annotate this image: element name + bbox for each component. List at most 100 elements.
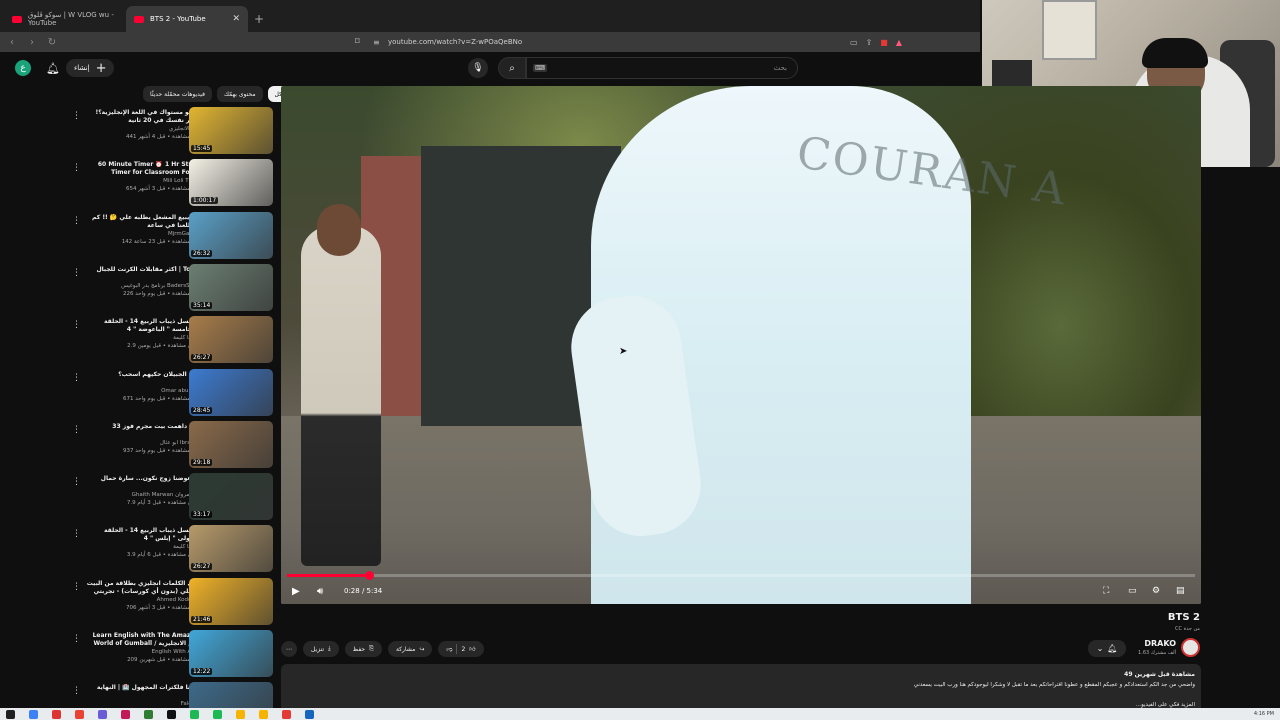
close-tab-icon[interactable]: ✕ <box>232 14 240 24</box>
keyboard-icon[interactable]: ⌨ <box>533 64 548 72</box>
item-menu-icon[interactable]: ⋮ <box>72 477 81 487</box>
item-thumbnail[interactable]: 26:27 <box>189 525 273 573</box>
video-player[interactable]: COURAN A ➤ <box>281 86 1201 604</box>
list-item[interactable]: ⋮ أكثر مقابلات الكرنت للجبال | Top 5 برنام… <box>68 263 274 312</box>
item-menu-icon[interactable]: ⋮ <box>72 320 81 330</box>
extension-icon[interactable]: ■ <box>880 38 888 47</box>
url-field[interactable]: youtube.com/watch?v=Z-wPOaQeBNo <box>388 38 522 46</box>
taskbar-app-icon[interactable] <box>6 709 15 719</box>
browser-tab-strip: سوكو ڤلوق | W VLOG wu - YouTube BTS 2 - … <box>0 0 980 32</box>
taskbar-app-icon[interactable] <box>259 709 268 719</box>
video-subtitle: CC من جدة <box>1175 626 1200 632</box>
progress-scrubber[interactable] <box>364 571 374 580</box>
item-menu-icon[interactable]: ⋮ <box>72 373 81 383</box>
subscribe-bell-button[interactable]: ⌄ 🔔︎ <box>1088 640 1126 657</box>
account-avatar[interactable]: ع <box>15 60 31 76</box>
taskbar-app-icon[interactable] <box>282 709 291 719</box>
item-menu-icon[interactable]: ⋮ <box>72 111 81 121</box>
fullscreen-icon[interactable]: ⛶ <box>1103 586 1109 596</box>
item-thumbnail[interactable]: 21:46 <box>189 577 273 625</box>
item-duration: 29:18 <box>191 458 213 466</box>
channel-name[interactable]: DRAKO <box>1140 639 1176 648</box>
item-menu-icon[interactable]: ⋮ <box>72 634 81 644</box>
taskbar-app-icon[interactable] <box>213 709 222 719</box>
taskbar-app-icon[interactable] <box>305 709 314 719</box>
item-menu-icon[interactable]: ⋮ <box>72 529 81 539</box>
taskbar-app-icon[interactable] <box>75 709 84 719</box>
youtube-icon <box>134 15 144 23</box>
channel-avatar[interactable] <box>1181 638 1200 657</box>
chip-recently-uploaded[interactable]: فيديوهات محمّلة حديثًا <box>143 86 212 102</box>
item-menu-icon[interactable]: ⋮ <box>72 163 81 173</box>
list-item[interactable]: ⋮ مسلسل ذيباب الربيع 14 - الحلقة الخامسة … <box>68 316 274 364</box>
notifications-bell-icon[interactable]: 🔔︎ <box>46 62 60 75</box>
item-thumbnail[interactable]: 15:45 <box>189 107 273 154</box>
list-item[interactable]: ⋮ عوضنا زوج نكون... سارة حمال ❤️ Ghaith Ma… <box>68 473 274 521</box>
share-icon[interactable]: ⇪ <box>866 38 873 47</box>
list-item[interactable]: ⋮ 60 Minute Timer ⏰ 1 Hr Study Timer for … <box>68 159 274 207</box>
search-button[interactable]: ⌕ <box>498 57 526 79</box>
item-menu-icon[interactable]: ⋮ <box>72 216 81 226</box>
taskbar-app-icon[interactable] <box>190 709 199 719</box>
list-item[interactable]: ⋮ هل يبيع المشغل يطلبه علي 🤔 !! كم طلعنا … <box>68 211 274 260</box>
download-button[interactable]: تنزيل ⤓ <box>303 641 339 657</box>
settings-gear-icon[interactable]: ⚙ <box>1152 586 1160 596</box>
item-duration: 21:46 <box>191 615 213 623</box>
list-item[interactable]: ⋮ مسلسل ذيباب الربيع 14 - الحلقة الأولى "… <box>68 525 274 573</box>
dislike-icon[interactable]: 👎︎ <box>446 645 452 653</box>
play-icon[interactable]: ▶ <box>292 586 300 597</box>
create-button[interactable]: إنشاء + <box>66 59 115 77</box>
taskbar-app-icon[interactable] <box>29 709 38 719</box>
item-thumbnail[interactable]: 33:17 <box>189 473 273 521</box>
list-item[interactable]: ⋮ ما هو مستواك في اللغة الإنجليزية؟! اختب… <box>68 107 274 155</box>
item-thumbnail[interactable]: 35:14 <box>189 263 273 311</box>
address-bar-icons: ▭ ⇪ ■ ▲ <box>850 38 902 47</box>
progress-bar[interactable] <box>287 571 1195 580</box>
volume-icon[interactable]: 🔊︎ <box>317 586 323 597</box>
new-tab-button[interactable]: + <box>254 6 264 32</box>
theater-mode-icon[interactable]: ▭ <box>1128 586 1137 596</box>
taskbar-app-icon[interactable] <box>98 709 107 719</box>
taskbar-app-icon[interactable] <box>121 709 130 719</box>
cast-icon[interactable]: ▭ <box>850 38 858 47</box>
item-menu-icon[interactable]: ⋮ <box>72 686 81 696</box>
item-duration: 15:45 <box>191 145 213 152</box>
item-duration: 12:22 <box>191 668 213 675</box>
list-item[interactable]: ⋮ لراي الكلمات انجليزي بطلاقة من البيت ال… <box>68 577 274 626</box>
browser-tab-active[interactable]: BTS 2 - YouTube ✕ <box>126 6 248 32</box>
item-thumbnail[interactable]: 1:00:17 <box>189 159 273 207</box>
item-menu-icon[interactable]: ⋮ <box>72 582 81 592</box>
taskbar-app-icon[interactable] <box>236 709 245 719</box>
item-menu-icon[interactable]: ⋮ <box>72 425 81 435</box>
extension-icon-2[interactable]: ▲ <box>896 38 902 47</box>
list-item[interactable]: ⋮ Learn English with The Amazing World of… <box>68 630 274 678</box>
item-thumbnail[interactable]: 26:32 <box>189 211 273 259</box>
item-thumbnail[interactable]: 12:22 <box>189 630 273 677</box>
browser-tab[interactable]: سوكو ڤلوق | W VLOG wu - YouTube <box>4 6 126 32</box>
taskbar-app-icon[interactable] <box>144 709 153 719</box>
item-meta: 226 ألف مشاهدة • قبل يوم واحد <box>122 290 201 297</box>
item-thumbnail[interactable]: 29:18 <box>189 420 273 468</box>
download-label: تنزيل <box>311 645 325 653</box>
back-icon[interactable]: ‹ <box>6 37 18 48</box>
chip-relevant[interactable]: محتوى بهمّك <box>216 86 263 102</box>
list-item[interactable]: ⋮ هل الجبيلان حكيهم اسحب؟! Omar aburobb671… <box>68 368 274 417</box>
forward-icon[interactable]: › <box>26 37 38 48</box>
like-icon[interactable]: 👍︎ <box>469 645 475 653</box>
item-menu-icon[interactable]: ⋮ <box>72 268 81 278</box>
voice-search-button[interactable]: 🎙︎ <box>468 58 488 78</box>
view-count: 49 مشاهدة قبل شهرين <box>1124 671 1195 678</box>
site-info-icon[interactable]: ≡ <box>373 38 380 47</box>
more-actions-button[interactable]: ⋯ <box>281 641 297 657</box>
item-thumbnail[interactable]: 26:27 <box>189 316 273 364</box>
share-button[interactable]: مشاركة ↪ <box>387 641 433 657</box>
search-input[interactable]: ⌨ بحث <box>526 57 798 79</box>
item-thumbnail[interactable]: 28:45 <box>189 368 273 416</box>
subtitles-icon[interactable]: ▤ <box>1176 586 1185 596</box>
list-item[interactable]: ⋮ داهمت بيت مجرم فوز 33 🔥 . ابو عثال Ibrah… <box>68 420 274 469</box>
save-button[interactable]: حفظ ⎘ <box>344 641 382 657</box>
taskbar-app-icon[interactable] <box>167 709 176 719</box>
reload-icon[interactable]: ↻ <box>46 37 58 48</box>
taskbar-app-icon[interactable] <box>52 709 61 719</box>
bookmark-icon[interactable]: ⌑ <box>355 37 360 47</box>
